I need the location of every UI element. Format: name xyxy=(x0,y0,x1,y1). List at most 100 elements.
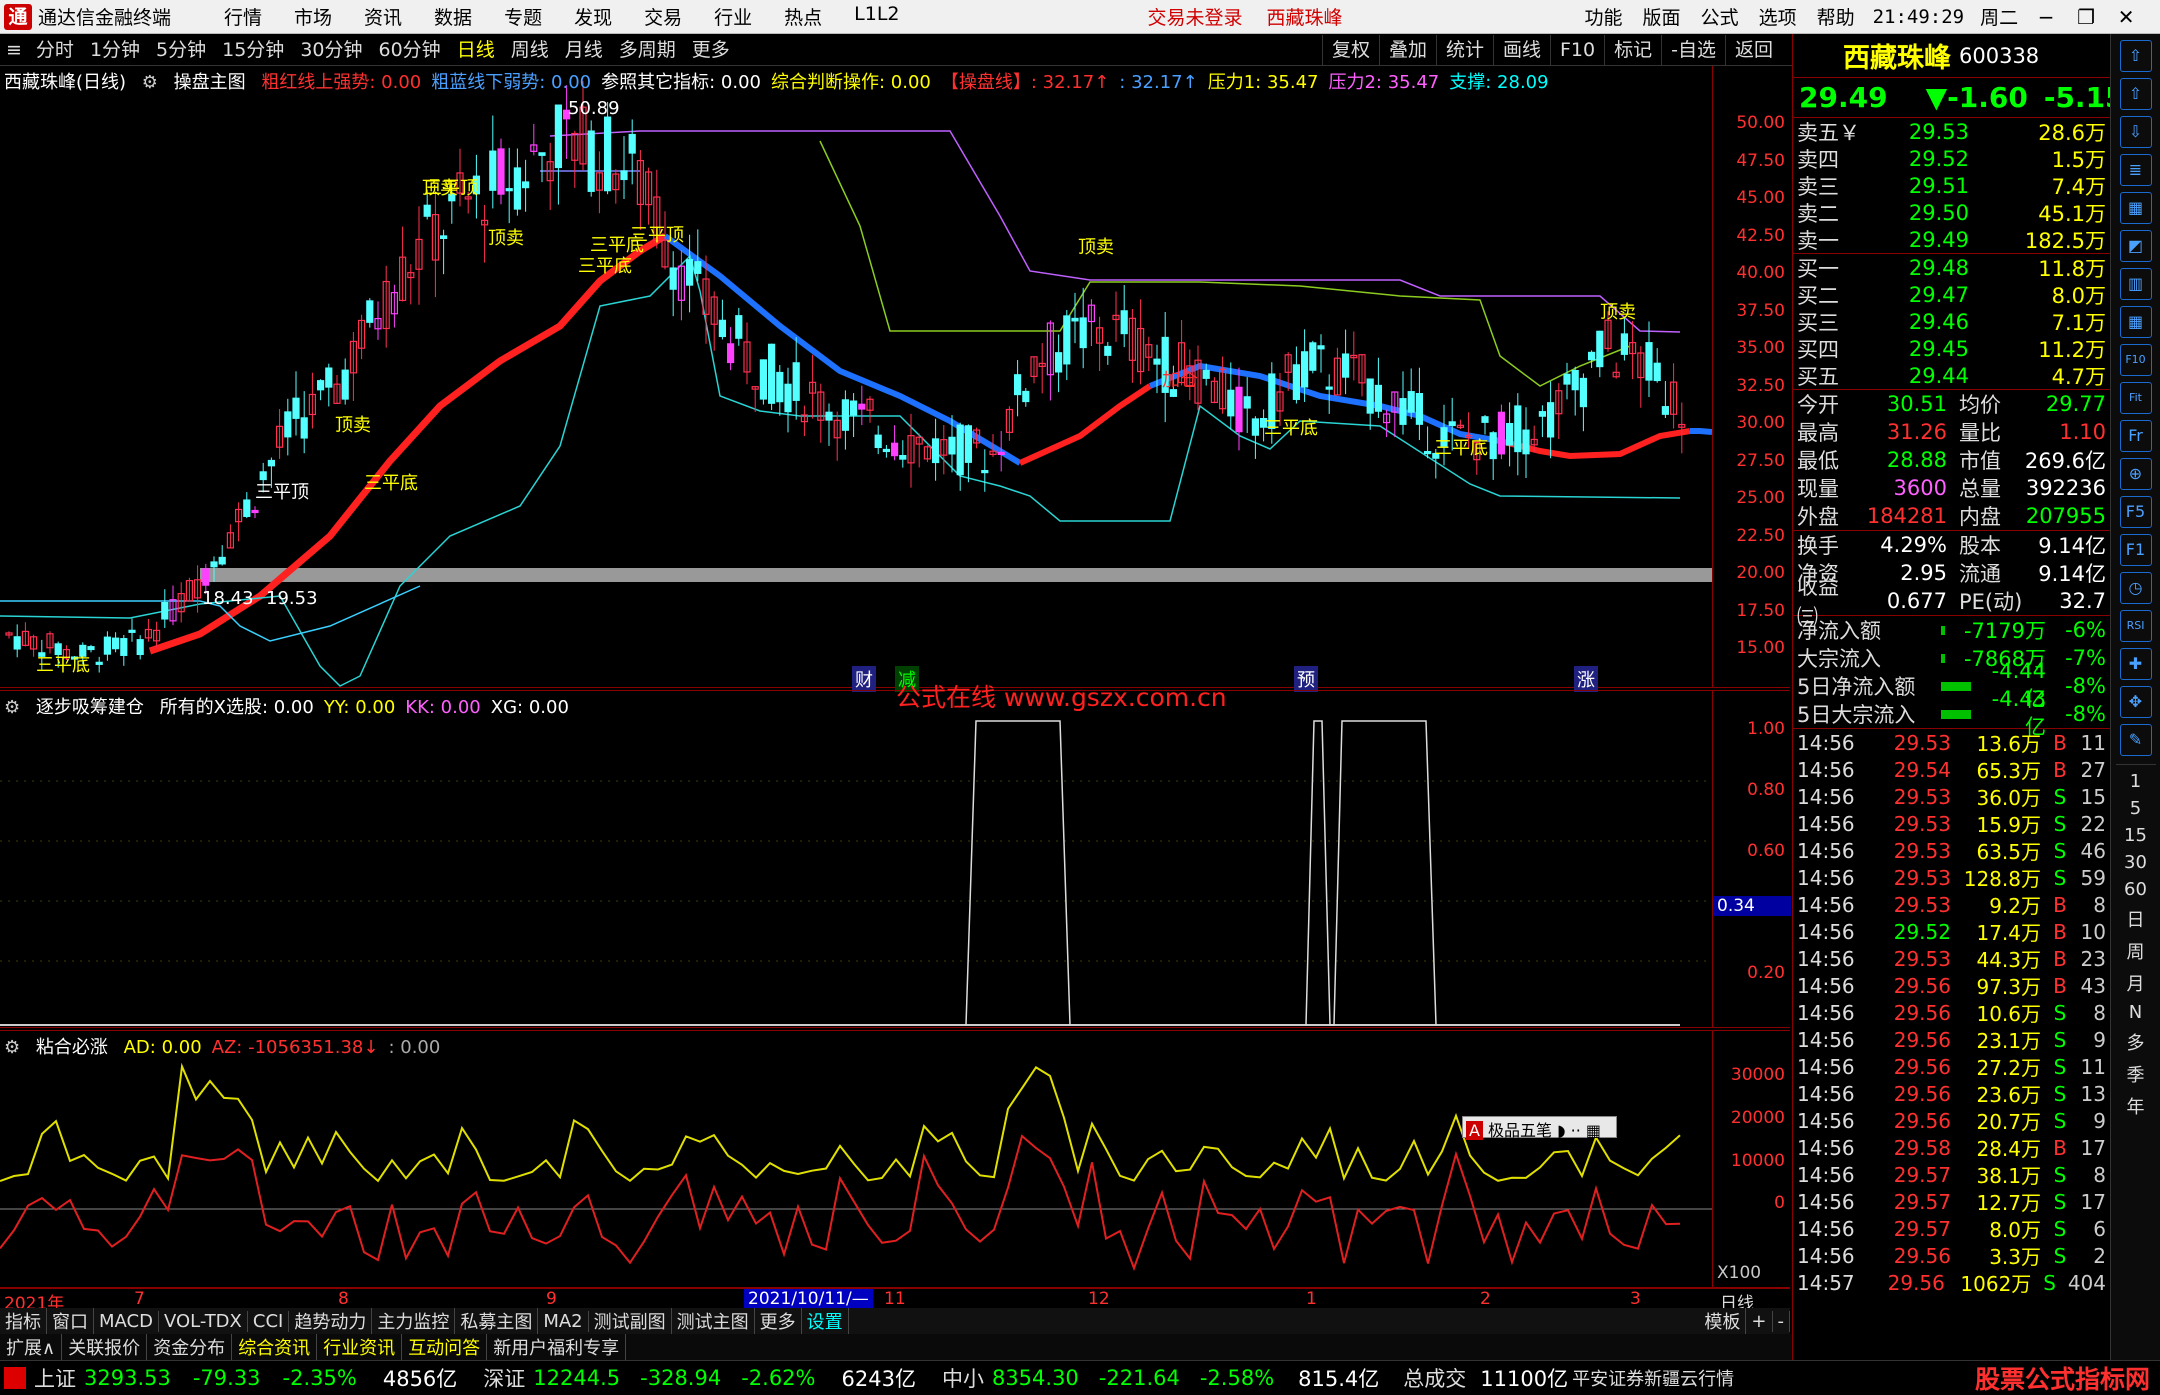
indicator-tab-6[interactable]: 主力监控 xyxy=(372,1308,456,1334)
cross-icon[interactable]: ✚ xyxy=(2119,648,2152,680)
book-row[interactable]: 买二 29.47 8.0万 xyxy=(1793,281,2110,308)
tick-list[interactable]: 14:56 29.53 13.6万 B 11 14:56 29.54 65.3万 B 27 14:5… xyxy=(1793,729,2110,1297)
clock-icon[interactable]: ◷ xyxy=(2119,572,2152,604)
zx-label[interactable]: 中小 xyxy=(942,1363,984,1393)
period-shortcut-6[interactable]: 周 xyxy=(2127,938,2145,964)
period-shortcut-11[interactable]: 年 xyxy=(2127,1093,2145,1119)
period-shortcut-8[interactable]: N xyxy=(2129,1002,2142,1023)
indicator-panel-3[interactable]: ⚙ 粘合必涨 AD: 0.00 AZ: -1056351.38↓: 0.00 30… xyxy=(0,1030,1790,1288)
close-button[interactable]: ✕ xyxy=(2106,5,2146,29)
period-6[interactable]: 日线 xyxy=(449,35,503,65)
chart-tool-4[interactable]: F10 xyxy=(1550,34,1604,65)
settings-icon[interactable]: ⚙ xyxy=(4,1037,20,1058)
menu-right-4[interactable]: 帮助 xyxy=(1807,3,1865,30)
menu-right-1[interactable]: 版面 xyxy=(1633,3,1691,30)
flow-row[interactable]: 5日大宗流入 -4.43亿 -8% xyxy=(1793,687,2110,739)
menu-item-4[interactable]: 专题 xyxy=(488,3,558,30)
chart-tool-7[interactable]: 返回 xyxy=(1724,34,1782,65)
ext-item-5[interactable]: 互动问答 xyxy=(402,1334,488,1360)
chart-tool-2[interactable]: 统计 xyxy=(1435,34,1493,65)
book-row[interactable]: 卖二 29.50 45.1万 xyxy=(1793,199,2110,226)
book-row[interactable]: 买四 29.45 11.2万 xyxy=(1793,335,2110,362)
xg-signal-chart[interactable] xyxy=(0,691,1712,1029)
candle-icon[interactable]: ▥ xyxy=(2119,268,2152,300)
ime-toolbar[interactable]: A 极品五笔 ◗ ·· ▦ xyxy=(1462,1116,1617,1140)
grid-icon[interactable]: ▦ xyxy=(2119,306,2152,338)
panel2-title[interactable]: 逐步吸筹建仓 xyxy=(36,697,144,718)
candlestick-chart[interactable] xyxy=(0,66,1712,688)
indicator-tab-9[interactable]: 测试副图 xyxy=(589,1308,672,1334)
period-9[interactable]: 多周期 xyxy=(611,35,684,65)
indicator-tab-3[interactable]: VOL-TDX xyxy=(159,1310,248,1332)
book-row[interactable]: 买三 29.46 7.1万 xyxy=(1793,308,2110,335)
sh-label[interactable]: 上证 xyxy=(34,1363,76,1393)
period-shortcut-7[interactable]: 月 xyxy=(2127,970,2145,996)
period-7[interactable]: 周线 xyxy=(503,35,557,65)
menu-right-0[interactable]: 功能 xyxy=(1575,3,1633,30)
indicator-tab-5[interactable]: 趋势动力 xyxy=(289,1308,373,1334)
rsi-icon[interactable]: RSI xyxy=(2119,610,2152,642)
book-row[interactable]: 买一 29.48 11.8万 xyxy=(1793,254,2110,281)
grid-icon[interactable]: ▦ xyxy=(2119,192,2152,224)
period-3[interactable]: 15分钟 xyxy=(214,35,292,65)
menu-item-7[interactable]: 行业 xyxy=(698,3,768,30)
ext-item-0[interactable]: 扩展∧ xyxy=(0,1334,63,1360)
flow-row[interactable]: 大宗流入 -7868万 -7% xyxy=(1793,644,2110,672)
indicator-tab-12[interactable]: 设置 xyxy=(802,1308,849,1334)
panel3-title[interactable]: 粘合必涨 xyxy=(36,1037,108,1058)
down-arrow-icon[interactable]: ⇩ xyxy=(2119,116,2152,148)
settings-icon[interactable]: ⚙ xyxy=(4,697,20,718)
indicator-tab-1[interactable]: 窗口 xyxy=(47,1308,94,1334)
period-0[interactable]: 分时 xyxy=(28,35,82,65)
fr-icon[interactable]: Fr xyxy=(2119,420,2152,452)
plus-icon[interactable]: ⊕ xyxy=(2119,458,2152,490)
fit-icon[interactable]: Fit xyxy=(2119,382,2152,414)
menu-item-0[interactable]: 行情 xyxy=(208,3,278,30)
period-shortcut-10[interactable]: 季 xyxy=(2127,1061,2145,1087)
ext-item-6[interactable]: 新用户福利专享 xyxy=(487,1334,627,1360)
menu-icon[interactable]: ≡ xyxy=(0,39,28,61)
pen-icon[interactable]: ✎ xyxy=(2119,724,2152,756)
indicator-tab-10[interactable]: 测试主图 xyxy=(672,1308,755,1334)
up-arrow-icon[interactable]: ⇧ xyxy=(2119,40,2152,72)
period-shortcut-9[interactable]: 多 xyxy=(2127,1029,2145,1055)
book-row[interactable]: 卖五￥ 29.53 28.6万 xyxy=(1793,118,2110,145)
period-8[interactable]: 月线 xyxy=(557,35,611,65)
period-shortcut-5[interactable]: 日 xyxy=(2127,906,2145,932)
book-row[interactable]: 卖一 29.49 182.5万 xyxy=(1793,226,2110,253)
chart-tool-6[interactable]: -自选 xyxy=(1661,34,1725,65)
book-row[interactable]: 买五 29.44 4.7万 xyxy=(1793,362,2110,389)
indicator-tab-7[interactable]: 私募主图 xyxy=(455,1308,539,1334)
ext-item-3[interactable]: 综合资讯 xyxy=(232,1334,318,1360)
main-chart-panel[interactable]: 西藏珠峰(日线) ⚙ 操盘主图 粗红线上强势: 0.00 粗蓝线下弱势: 0.00… xyxy=(0,66,1790,692)
formula-name[interactable]: 操盘主图 xyxy=(174,72,246,93)
indicator-tab-8[interactable]: MA2 xyxy=(538,1310,589,1332)
up-arrow-icon[interactable]: ⇧ xyxy=(2119,78,2152,110)
indicator-tab-4[interactable]: CCI xyxy=(248,1310,290,1332)
period-10[interactable]: 更多 xyxy=(684,35,738,65)
trade-login-status[interactable]: 交易未登录 xyxy=(1136,3,1255,30)
period-5[interactable]: 60分钟 xyxy=(371,35,449,65)
book-row[interactable]: 卖四 29.52 1.5万 xyxy=(1793,145,2110,172)
tabs-right-2[interactable]: - xyxy=(1773,1310,1790,1332)
indicator-tab-0[interactable]: 指标 xyxy=(0,1308,47,1334)
f5-icon[interactable]: F5 xyxy=(2119,496,2152,528)
indicator-tab-11[interactable]: 更多 xyxy=(755,1308,802,1334)
menu-right-3[interactable]: 选项 xyxy=(1749,3,1807,30)
chart-tool-3[interactable]: 画线 xyxy=(1492,34,1550,65)
indicator-tab-2[interactable]: MACD xyxy=(94,1310,159,1332)
period-1[interactable]: 1分钟 xyxy=(82,35,148,65)
book-row[interactable]: 卖三 29.51 7.4万 xyxy=(1793,172,2110,199)
list-icon[interactable]: ≣ xyxy=(2119,154,2152,186)
period-shortcut-4[interactable]: 60 xyxy=(2124,879,2147,900)
flow-row[interactable]: 净流入额 -7179万 -6% xyxy=(1793,616,2110,644)
menu-item-1[interactable]: 市场 xyxy=(278,3,348,30)
ad-az-chart[interactable] xyxy=(0,1031,1712,1289)
period-2[interactable]: 5分钟 xyxy=(148,35,214,65)
period-4[interactable]: 30分钟 xyxy=(292,35,370,65)
menu-item-8[interactable]: 热点 xyxy=(768,3,838,30)
flow-row[interactable]: 5日净流入额 -4.44亿 -8% xyxy=(1793,659,2110,711)
menu-item-9[interactable]: L1L2 xyxy=(838,3,915,30)
move-icon[interactable]: ✥ xyxy=(2119,686,2152,718)
tabs-right-0[interactable]: 模板 xyxy=(1699,1308,1747,1334)
